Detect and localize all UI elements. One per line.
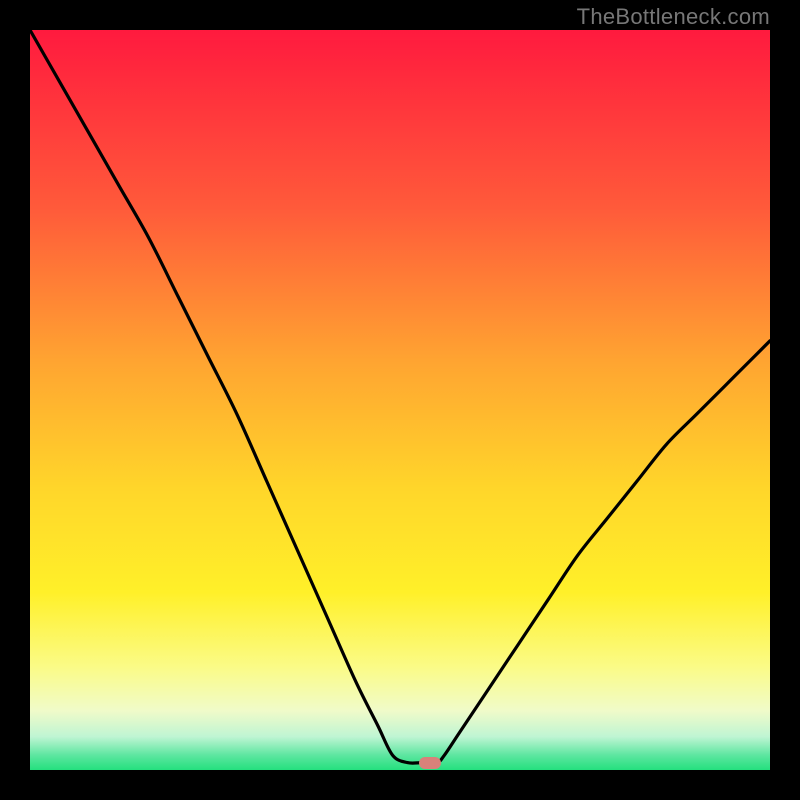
bottleneck-curve [30,30,770,770]
optimal-marker [419,757,441,769]
watermark-text: TheBottleneck.com [577,4,770,30]
chart-frame: TheBottleneck.com [0,0,800,800]
plot-area [30,30,770,770]
